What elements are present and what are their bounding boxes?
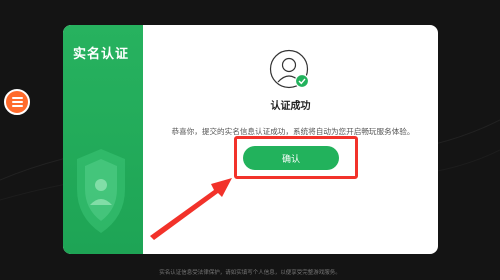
menu-icon xyxy=(11,97,23,99)
check-icon xyxy=(294,73,310,89)
footer-note: 实名认证信息受法律保护，请如实填写个人信息，以便享受完整游戏服务。 xyxy=(159,270,341,276)
highlight-box xyxy=(234,136,358,179)
side-menu-button[interactable] xyxy=(4,89,30,115)
status-title: 认证成功 xyxy=(270,101,311,112)
shield-icon xyxy=(77,149,125,233)
dialog-side-panel: 实名认证 xyxy=(63,25,143,254)
side-panel-title: 实名认证 xyxy=(73,47,130,62)
avatar-icon xyxy=(269,49,310,89)
